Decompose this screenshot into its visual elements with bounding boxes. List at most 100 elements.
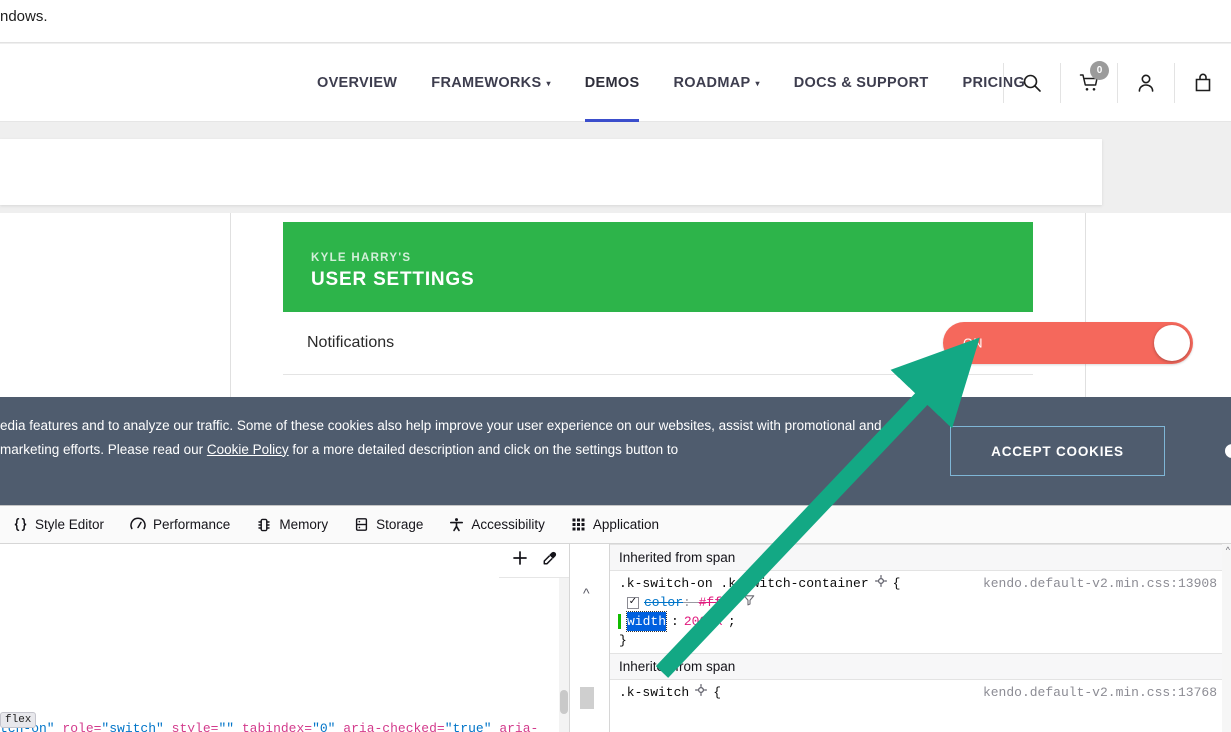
grid-app-icon (571, 517, 586, 532)
declaration-value[interactable]: #fff (699, 595, 730, 610)
braces-icon (13, 517, 28, 532)
add-node-icon[interactable] (511, 549, 529, 572)
flex-display-badge[interactable]: flex (0, 712, 37, 728)
page-top-strip: ndows. (0, 0, 1231, 43)
nav-link-label: DOCS & SUPPORT (793, 75, 929, 91)
devtools-tab-label: Storage (376, 517, 424, 532)
content-placeholder-panel (0, 139, 1102, 205)
declaration-value[interactable]: 200px (684, 612, 723, 631)
gauge-icon (130, 517, 146, 533)
eyedropper-icon[interactable] (541, 550, 558, 572)
accept-cookies-button[interactable]: ACCEPT COOKIES (950, 426, 1165, 476)
css-rule-source-link[interactable]: kendo.default-v2.min.css:13768 (983, 683, 1217, 702)
user-icon (1136, 73, 1156, 93)
inherited-section-header: Inherited from span (610, 653, 1231, 680)
css-declaration-width[interactable]: width: 200px; (618, 611, 1231, 632)
nav-icon-group: 0 (1003, 44, 1231, 122)
accessibility-person-icon (449, 517, 464, 532)
funnel-icon[interactable] (743, 593, 755, 612)
devtools-tab-storage[interactable]: Storage (341, 506, 436, 544)
css-close-brace: } (619, 633, 627, 648)
cookie-banner-text: edia features and to analyze our traffic… (0, 414, 900, 461)
nav-links-group: OVERVIEW FRAMEWORKS ▾ DEMOS ROADMAP ▾ DO… (300, 44, 1042, 122)
nav-link-label: DEMOS (584, 75, 640, 91)
declaration-valid-marker (618, 614, 621, 629)
user-settings-card-header: KYLE HARRY'S USER SETTINGS (283, 222, 1033, 312)
card-eyebrow-label: KYLE HARRY'S (311, 252, 412, 264)
markup-token: "" (218, 721, 235, 732)
devtools-tab-bar: Style Editor Performance Memory Storage … (0, 506, 1231, 544)
devtools-tab-style-editor[interactable]: Style Editor (0, 506, 117, 544)
browser-page-viewport: ndows. OVERVIEW FRAMEWORKS ▾ DEMOS ROADM… (0, 0, 1231, 505)
bag-icon (1193, 73, 1213, 93)
switch-thumb[interactable] (1154, 325, 1190, 361)
extra-nav-button[interactable] (1174, 63, 1231, 103)
target-highlight-icon[interactable] (695, 683, 708, 702)
devtools-tab-application[interactable]: Application (558, 506, 672, 544)
account-button[interactable] (1117, 63, 1174, 103)
search-icon (1022, 73, 1042, 93)
search-button[interactable] (1003, 63, 1060, 103)
markup-token: style= (163, 721, 219, 732)
markup-token: "true" (444, 721, 492, 732)
splitter-scroll-thumb[interactable] (580, 687, 594, 709)
css-rule-block: .k-switch { kendo.default-v2.min.css:137… (610, 680, 1231, 705)
chevron-down-icon: ▾ (755, 79, 760, 88)
markup-token: aria-checked= (335, 721, 445, 732)
devtools-tab-performance[interactable]: Performance (117, 506, 243, 544)
devtools-tab-label: Performance (153, 517, 231, 532)
devtools-tab-label: Memory (279, 517, 329, 532)
declaration-text: color: #fff; (644, 595, 738, 610)
cookie-policy-link[interactable]: Cookie Policy (207, 442, 289, 457)
markup-toolbar (499, 544, 569, 578)
memory-chip-icon (256, 517, 272, 533)
devtools-body: tch-on" role="switch" style="" tabindex=… (0, 544, 1231, 732)
setting-row-notifications: Notifications ON (283, 312, 1193, 375)
chevron-up-icon[interactable]: ^ (583, 586, 590, 600)
chevron-down-icon: ▾ (546, 79, 551, 88)
chevron-up-icon[interactable]: ^ (1226, 545, 1230, 555)
top-strip-text: ndows. (0, 8, 48, 25)
nav-link-demos[interactable]: DEMOS (568, 44, 657, 122)
markup-token: "switch" (101, 721, 164, 732)
css-selector[interactable]: .k-switch-on .k-switch-container (619, 574, 869, 593)
css-declaration-color[interactable]: ✓ color: #fff; (619, 593, 1231, 612)
declaration-property[interactable]: width (625, 611, 668, 632)
switch-state-label: ON (963, 335, 983, 351)
devtools-pane-splitter[interactable]: ^ (570, 544, 610, 732)
devtools-tab-label: Accessibility (471, 517, 545, 532)
target-highlight-icon[interactable] (874, 574, 887, 593)
cookie-text-part-2: for a more detailed description and clic… (288, 441, 679, 457)
markup-scrollbar[interactable] (559, 578, 569, 732)
nav-link-label: FRAMEWORKS (431, 75, 542, 91)
declaration-property[interactable]: color (644, 595, 683, 610)
nav-link-label: OVERVIEW (317, 75, 398, 91)
css-open-brace: { (892, 576, 901, 591)
markup-token: "0" (312, 721, 336, 732)
markup-scroll-thumb[interactable] (560, 690, 568, 714)
devtools-tab-label: Style Editor (35, 517, 105, 532)
css-selector[interactable]: .k-switch (619, 683, 689, 702)
nav-link-overview[interactable]: OVERVIEW (300, 44, 414, 122)
nav-link-docs-support[interactable]: DOCS & SUPPORT (777, 44, 946, 122)
setting-label: Notifications (307, 334, 395, 351)
css-rule-source-link[interactable]: kendo.default-v2.min.css:13908 (983, 574, 1217, 593)
markup-token: role= (54, 721, 102, 732)
rules-scrollbar[interactable]: ^ (1222, 544, 1231, 732)
markup-token: tabindex= (234, 721, 313, 732)
devtools-panel: Style Editor Performance Memory Storage … (0, 505, 1231, 732)
inherited-section-header: Inherited from span (610, 544, 1231, 571)
devtools-tab-label: Application (592, 517, 659, 532)
nav-link-frameworks[interactable]: FRAMEWORKS ▾ (414, 44, 567, 122)
markup-token: aria- (491, 721, 539, 732)
devtools-tab-accessibility[interactable]: Accessibility (436, 506, 558, 544)
css-open-brace: { (713, 685, 722, 700)
devtools-tab-memory[interactable]: Memory (243, 506, 341, 544)
nav-link-roadmap[interactable]: ROADMAP ▾ (656, 44, 776, 122)
declaration-toggle-checkbox[interactable]: ✓ (627, 596, 639, 609)
css-rules-pane: Filter Styles :hov .cls (610, 544, 1231, 732)
cart-button[interactable]: 0 (1060, 61, 1117, 103)
database-icon (354, 517, 369, 532)
notifications-switch[interactable]: ON (943, 322, 1193, 364)
site-navigation-bar: OVERVIEW FRAMEWORKS ▾ DEMOS ROADMAP ▾ DO… (0, 44, 1231, 122)
